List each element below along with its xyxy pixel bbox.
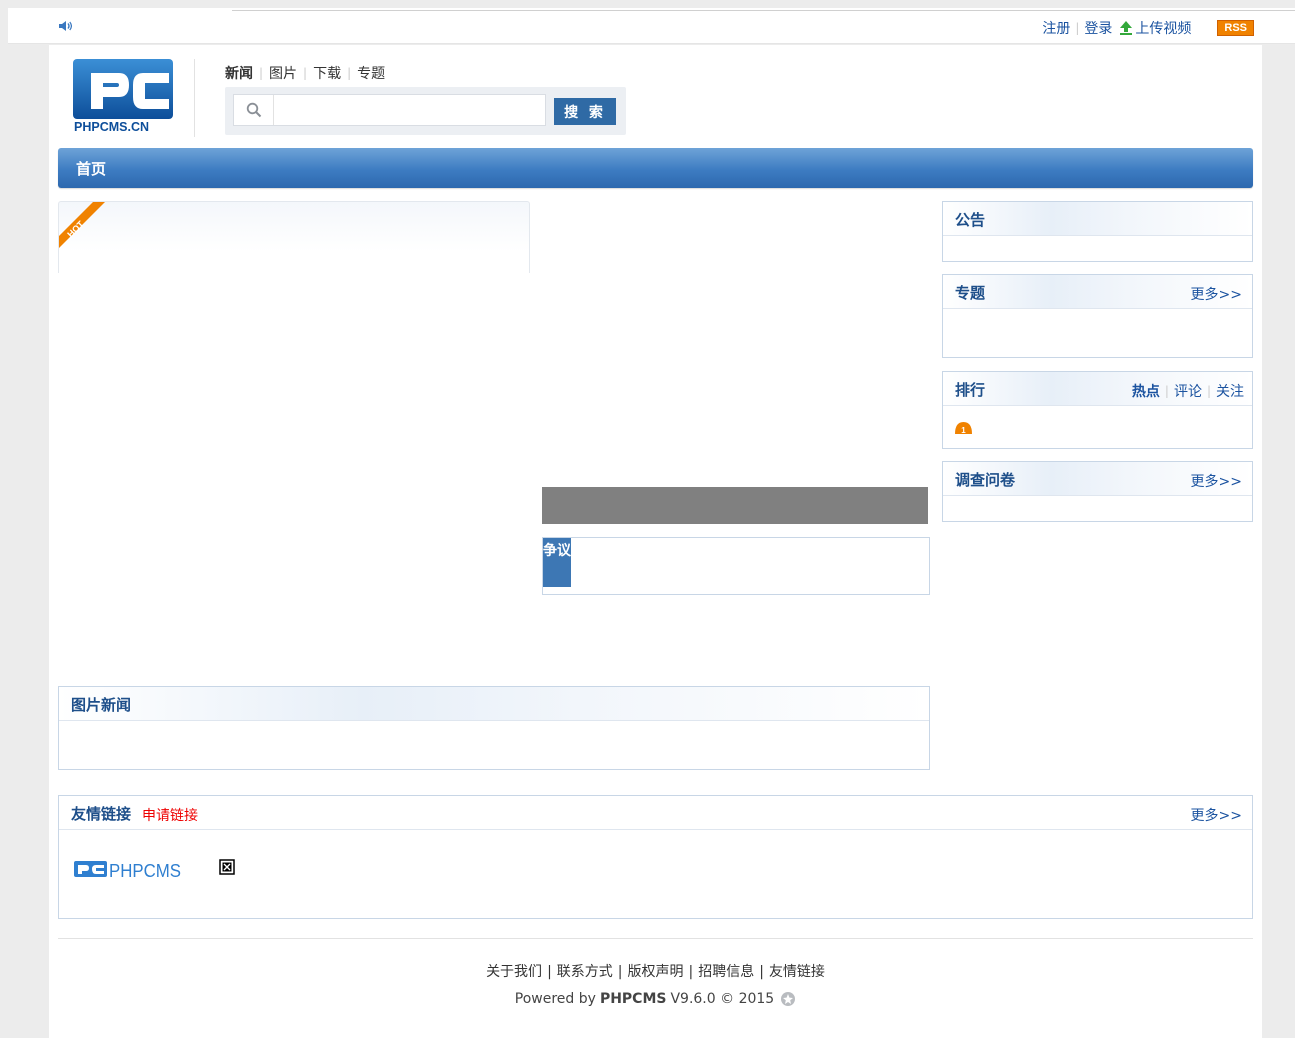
friendly-links-more-link[interactable]: 更多>>	[1191, 805, 1242, 825]
upload-video-label: 上传视频	[1135, 21, 1192, 37]
search-input[interactable]	[274, 96, 545, 124]
footer-divider	[58, 938, 1253, 939]
photo-news-title: 图片新闻	[71, 696, 132, 714]
notice-title: 公告	[955, 211, 986, 229]
separator: |	[1164, 384, 1169, 398]
search-button[interactable]: 搜 索	[554, 98, 616, 125]
photo-news-header: 图片新闻	[59, 687, 929, 721]
top-bar: 注册 | 登录 上传视频 RSS	[8, 8, 1295, 44]
top-links: 注册 | 登录 上传视频 RSS	[1042, 18, 1254, 38]
hot-focus-slider: HOT	[58, 201, 530, 273]
friendly-links-box: 友情链接 申请链接 更多>> PHPCMS	[58, 795, 1253, 919]
friendly-links-title: 友情链接	[71, 805, 132, 823]
separator: |	[759, 964, 764, 980]
phpcms-logo[interactable]: PHPCMS.CN	[73, 59, 173, 133]
channel-tab-pictures[interactable]: 图片	[269, 63, 297, 83]
notice-header: 公告	[943, 202, 1252, 236]
footer-link-jobs[interactable]: 招聘信息	[698, 964, 754, 980]
rank-tab-hot[interactable]: 热点	[1132, 381, 1160, 401]
photo-news-box: 图片新闻	[58, 686, 930, 770]
search-box	[233, 94, 546, 126]
hot-ribbon-icon: HOT	[59, 202, 105, 248]
channel-tab-news[interactable]: 新闻	[225, 63, 253, 83]
logo-divider	[194, 59, 195, 137]
phpcms-link-text: PHPCMS	[109, 861, 181, 881]
rank-box: 排行 热点 | 评论 | 关注 1	[942, 371, 1253, 449]
headline-image-placeholder[interactable]	[542, 487, 928, 524]
footer-link-friends[interactable]: 友情链接	[769, 964, 825, 980]
survey-box: 调查问卷 更多>>	[942, 461, 1253, 522]
speaker-icon[interactable]	[58, 20, 72, 32]
channel-tab-specials[interactable]: 专题	[357, 63, 385, 83]
powered-brand[interactable]: PHPCMS	[600, 991, 667, 1007]
rank-tab-comments[interactable]: 评论	[1174, 381, 1202, 401]
upload-video-link[interactable]: 上传视频	[1118, 18, 1191, 38]
rss-link[interactable]: RSS	[1217, 20, 1254, 36]
special-box: 专题 更多>>	[942, 274, 1253, 358]
register-link[interactable]: 注册	[1042, 18, 1070, 38]
page-container: PHPCMS.CN 新闻 | 图片 | 下载 | 专题 搜 索 首页 HOT 争…	[49, 45, 1262, 1038]
separator: |	[347, 66, 352, 80]
powered-prefix: Powered by	[514, 991, 596, 1007]
rank-tab-follow[interactable]: 关注	[1216, 381, 1244, 401]
special-more-link[interactable]: 更多>>	[1191, 284, 1242, 304]
separator: |	[547, 964, 552, 980]
badge-icon	[781, 992, 796, 1006]
separator: |	[259, 66, 264, 80]
survey-title: 调查问卷	[955, 471, 1016, 489]
rank-number: 1	[961, 426, 966, 434]
dispute-box: 争议	[542, 537, 930, 595]
separator: |	[688, 964, 694, 980]
apply-link[interactable]: 申请链接	[142, 805, 198, 825]
rank-tabs: 热点 | 评论 | 关注	[1132, 381, 1244, 401]
survey-header: 调查问卷 更多>>	[943, 462, 1252, 496]
login-link[interactable]: 登录	[1084, 18, 1112, 38]
dispute-tag: 争议	[543, 538, 571, 587]
upload-icon	[1120, 21, 1133, 35]
footer-link-about[interactable]: 关于我们	[486, 964, 542, 980]
phpcms-link-logo[interactable]: PHPCMS	[74, 857, 182, 881]
separator: |	[1075, 21, 1080, 35]
powered-suffix: V9.6.0 © 2015	[670, 991, 775, 1007]
channel-tabs: 新闻 | 图片 | 下载 | 专题	[225, 63, 385, 83]
separator: |	[1206, 384, 1211, 398]
notice-box: 公告	[942, 201, 1253, 262]
logo-text: PHPCMS.CN	[74, 120, 149, 133]
friendly-links-header: 友情链接 申请链接 更多>>	[59, 796, 1252, 830]
main-nav: 首页	[58, 148, 1253, 188]
search-bar: 搜 索	[225, 87, 626, 135]
search-icon	[234, 95, 274, 125]
broken-image-icon[interactable]	[219, 859, 235, 875]
channel-tab-downloads[interactable]: 下载	[313, 63, 341, 83]
footer-links: 关于我们 | 联系方式 | 版权声明 | 招聘信息 | 友情链接	[49, 961, 1262, 981]
nav-item-home[interactable]: 首页	[76, 158, 106, 179]
separator: |	[617, 964, 623, 980]
special-header: 专题 更多>>	[943, 275, 1252, 309]
rank-number-icon: 1	[955, 422, 972, 434]
powered-by: Powered by PHPCMS V9.6.0 © 2015	[49, 991, 1262, 1007]
separator: |	[303, 66, 308, 80]
rank-header: 排行 热点 | 评论 | 关注	[943, 372, 1252, 406]
top-divider	[232, 8, 1295, 11]
rank-title: 排行	[955, 381, 986, 399]
footer-link-contact[interactable]: 联系方式	[557, 964, 613, 980]
survey-more-link[interactable]: 更多>>	[1191, 471, 1242, 491]
special-title: 专题	[955, 284, 986, 302]
footer-link-copyright[interactable]: 版权声明	[628, 964, 684, 980]
